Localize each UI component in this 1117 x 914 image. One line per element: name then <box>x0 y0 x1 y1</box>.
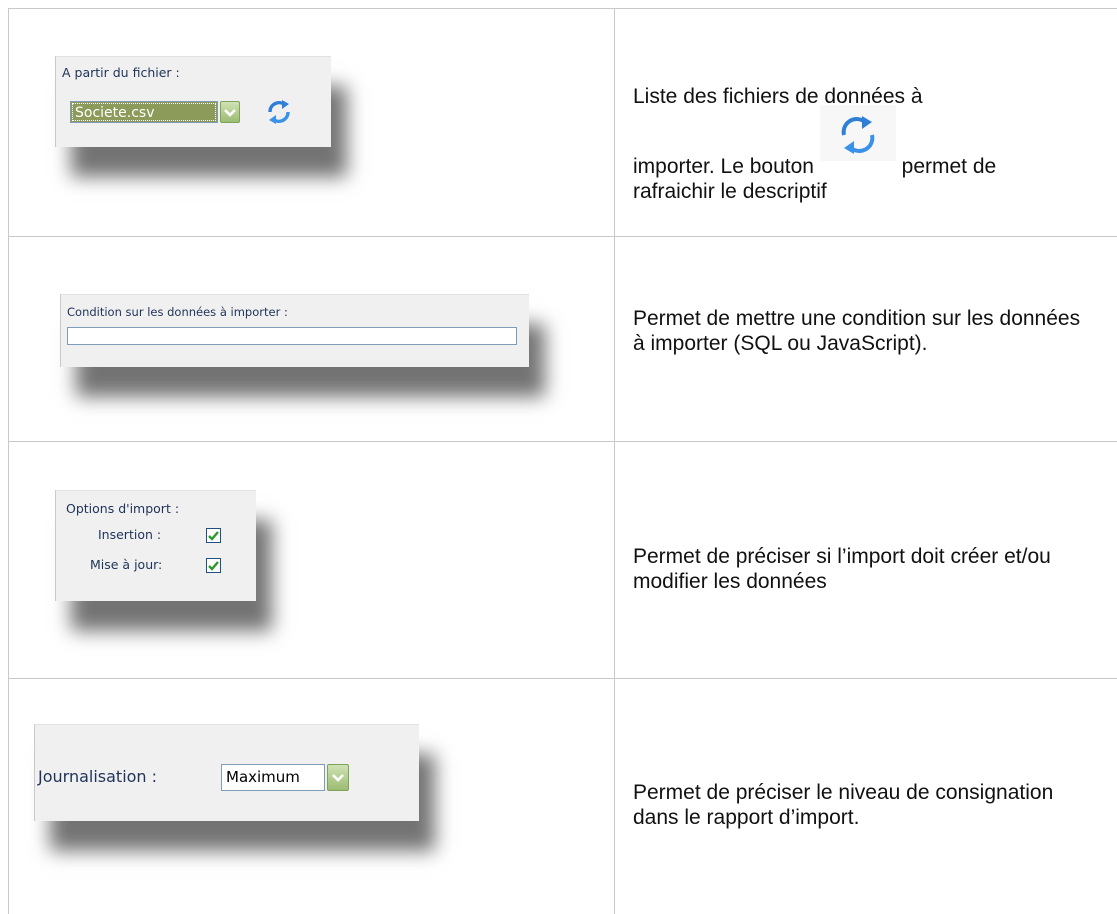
table-row-divider <box>8 441 1117 442</box>
logging-description: Permet de préciser le niveau de consigna… <box>633 781 1054 829</box>
file-source-value: Societe.csv <box>70 101 218 123</box>
import-options-screenshot: Options d'import : Insertion : Mise à jo… <box>55 490 256 601</box>
refresh-icon[interactable] <box>264 97 294 127</box>
import-options-description: Permet de préciser si l’import doit crée… <box>633 545 1051 593</box>
import-options-label: Options d'import : <box>66 501 180 516</box>
file-source-description: Liste des fichiers de données à importer… <box>633 84 1093 204</box>
update-checkbox[interactable] <box>206 558 221 573</box>
table-column-divider <box>614 8 615 914</box>
update-label: Mise à jour: <box>90 557 163 572</box>
file-source-label: A partir du fichier : <box>62 65 180 80</box>
table-row-divider <box>8 236 1117 237</box>
table-border-top <box>8 8 1117 9</box>
desc-line: importer. Le bouton <box>633 155 814 178</box>
desc-line: rafraichir le descriptif <box>633 180 827 203</box>
condition-screenshot: Condition sur les données à importer : <box>60 294 529 367</box>
condition-description: Permet de mettre une condition sur les d… <box>633 307 1081 355</box>
refresh-icon <box>819 105 896 179</box>
condition-label: Condition sur les données à importer : <box>67 305 288 319</box>
insertion-checkbox[interactable] <box>206 528 221 543</box>
condition-input[interactable] <box>67 327 517 345</box>
logging-value: Maximum <box>221 764 325 791</box>
logging-combo[interactable]: Maximum <box>221 764 349 791</box>
desc-line: permet de <box>901 155 997 178</box>
file-source-combo[interactable]: Societe.csv <box>70 101 240 123</box>
table-row-divider <box>8 678 1117 679</box>
insertion-label: Insertion : <box>98 527 162 542</box>
logging-label: Journalisation : <box>38 767 158 786</box>
file-source-screenshot: A partir du fichier : Societe.csv <box>55 56 331 147</box>
logging-screenshot: Journalisation : Maximum <box>34 724 419 821</box>
table-border-left <box>8 8 9 914</box>
chevron-down-icon[interactable] <box>220 101 240 123</box>
chevron-down-icon[interactable] <box>327 764 349 791</box>
